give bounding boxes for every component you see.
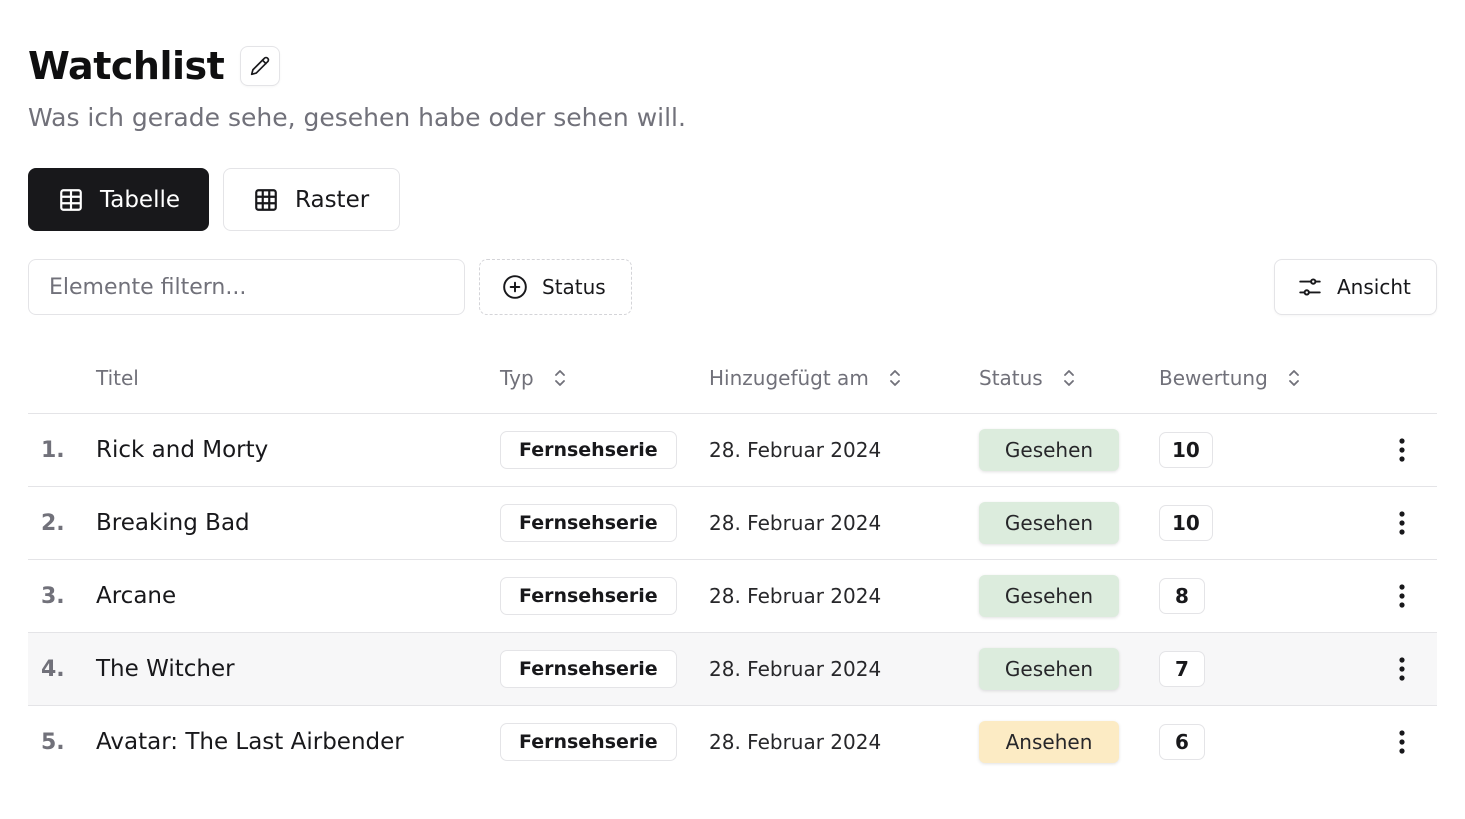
row-status-cell: Gesehen xyxy=(979,414,1119,486)
row-number: 3. xyxy=(41,583,65,609)
rating-badge: 7 xyxy=(1159,651,1205,687)
row-date: 28. Februar 2024 xyxy=(709,511,882,535)
row-actions-button[interactable] xyxy=(1388,633,1416,705)
status-badge: Gesehen xyxy=(979,502,1119,544)
table-row[interactable]: 2. Breaking Bad Fernsehserie 28. Februar… xyxy=(28,487,1437,560)
row-title: Arcane xyxy=(96,583,177,609)
rating-badge: 6 xyxy=(1159,724,1205,760)
filter-input[interactable] xyxy=(28,259,465,315)
row-date: 28. Februar 2024 xyxy=(709,730,882,754)
table-icon xyxy=(58,187,84,213)
column-header-rating[interactable]: Bewertung xyxy=(1159,342,1302,413)
column-header-status[interactable]: Status xyxy=(979,342,1077,413)
watchlist-table: Titel Typ Hinzugefügt am Status Bewertun… xyxy=(28,342,1437,778)
view-options-label: Ansicht xyxy=(1337,275,1411,299)
grid-icon xyxy=(253,187,279,213)
row-date: 28. Februar 2024 xyxy=(709,657,882,681)
sort-icon xyxy=(552,367,568,389)
sort-icon xyxy=(887,367,903,389)
view-toggle: Tabelle Raster xyxy=(28,168,400,231)
column-header-type[interactable]: Typ xyxy=(500,342,568,413)
pencil-icon xyxy=(250,56,270,76)
table-row[interactable]: 1. Rick and Morty Fernsehserie 28. Febru… xyxy=(28,414,1437,487)
row-rating-cell: 6 xyxy=(1159,706,1205,778)
row-actions-button[interactable] xyxy=(1388,414,1416,486)
type-badge: Fernsehserie xyxy=(500,650,677,688)
row-title: Breaking Bad xyxy=(96,510,250,536)
page-subtitle: Was ich gerade sehe, gesehen habe oder s… xyxy=(28,103,686,132)
row-number: 1. xyxy=(41,437,65,463)
view-options-button[interactable]: Ansicht xyxy=(1274,259,1437,315)
row-status-cell: Ansehen xyxy=(979,706,1119,778)
row-title: Rick and Morty xyxy=(96,437,269,463)
row-number: 4. xyxy=(41,656,65,682)
type-badge: Fernsehserie xyxy=(500,723,677,761)
row-title: Avatar: The Last Airbender xyxy=(96,729,404,755)
rating-badge: 10 xyxy=(1159,505,1213,541)
plus-circle-icon xyxy=(502,274,528,300)
tab-table-label: Tabelle xyxy=(100,186,181,213)
column-status-label: Status xyxy=(979,365,1043,390)
title-row: Watchlist xyxy=(28,44,281,88)
column-header-added[interactable]: Hinzugefügt am xyxy=(709,342,903,413)
table-row[interactable]: 4. The Witcher Fernsehserie 28. Februar … xyxy=(28,633,1437,706)
row-actions-button[interactable] xyxy=(1388,706,1416,778)
sort-icon xyxy=(1286,367,1302,389)
type-badge: Fernsehserie xyxy=(500,577,677,615)
row-date: 28. Februar 2024 xyxy=(709,438,882,462)
column-added-label: Hinzugefügt am xyxy=(709,365,869,390)
status-filter-button[interactable]: Status xyxy=(479,259,632,315)
column-header-title: Titel xyxy=(96,342,139,413)
watchlist-page: Watchlist Was ich gerade sehe, gesehen h… xyxy=(0,0,1465,819)
row-rating-cell: 10 xyxy=(1159,414,1213,486)
row-date: 28. Februar 2024 xyxy=(709,584,882,608)
column-type-label: Typ xyxy=(500,365,534,390)
column-rating-label: Bewertung xyxy=(1159,365,1268,390)
row-type-cell: Fernsehserie xyxy=(500,414,677,486)
row-type-cell: Fernsehserie xyxy=(500,633,677,705)
more-vertical-icon xyxy=(1398,437,1406,463)
rating-badge: 8 xyxy=(1159,578,1205,614)
row-status-cell: Gesehen xyxy=(979,633,1119,705)
more-vertical-icon xyxy=(1398,583,1406,609)
table-row[interactable]: 5. Avatar: The Last Airbender Fernsehser… xyxy=(28,706,1437,778)
status-badge: Ansehen xyxy=(979,721,1119,763)
sort-icon xyxy=(1061,367,1077,389)
tab-grid-view[interactable]: Raster xyxy=(223,168,400,231)
status-filter-label: Status xyxy=(542,275,606,299)
more-vertical-icon xyxy=(1398,729,1406,755)
row-status-cell: Gesehen xyxy=(979,487,1119,559)
page-title: Watchlist xyxy=(28,44,225,88)
status-badge: Gesehen xyxy=(979,575,1119,617)
table-row[interactable]: 3. Arcane Fernsehserie 28. Februar 2024 … xyxy=(28,560,1437,633)
row-type-cell: Fernsehserie xyxy=(500,487,677,559)
edit-title-button[interactable] xyxy=(240,46,281,86)
sliders-icon xyxy=(1297,274,1323,300)
row-status-cell: Gesehen xyxy=(979,560,1119,632)
more-vertical-icon xyxy=(1398,656,1406,682)
row-rating-cell: 7 xyxy=(1159,633,1205,705)
column-title-label: Titel xyxy=(96,365,139,390)
type-badge: Fernsehserie xyxy=(500,504,677,542)
more-vertical-icon xyxy=(1398,510,1406,536)
status-badge: Gesehen xyxy=(979,429,1119,471)
table-header: Titel Typ Hinzugefügt am Status Bewertun… xyxy=(28,342,1437,414)
row-type-cell: Fernsehserie xyxy=(500,706,677,778)
row-number: 5. xyxy=(41,729,65,755)
row-number: 2. xyxy=(41,510,65,536)
rating-badge: 10 xyxy=(1159,432,1213,468)
tab-grid-label: Raster xyxy=(295,186,370,213)
type-badge: Fernsehserie xyxy=(500,431,677,469)
row-title: The Witcher xyxy=(96,656,235,682)
row-type-cell: Fernsehserie xyxy=(500,560,677,632)
row-actions-button[interactable] xyxy=(1388,560,1416,632)
row-actions-button[interactable] xyxy=(1388,487,1416,559)
status-badge: Gesehen xyxy=(979,648,1119,690)
row-rating-cell: 10 xyxy=(1159,487,1213,559)
tab-table-view[interactable]: Tabelle xyxy=(28,168,209,231)
row-rating-cell: 8 xyxy=(1159,560,1205,632)
